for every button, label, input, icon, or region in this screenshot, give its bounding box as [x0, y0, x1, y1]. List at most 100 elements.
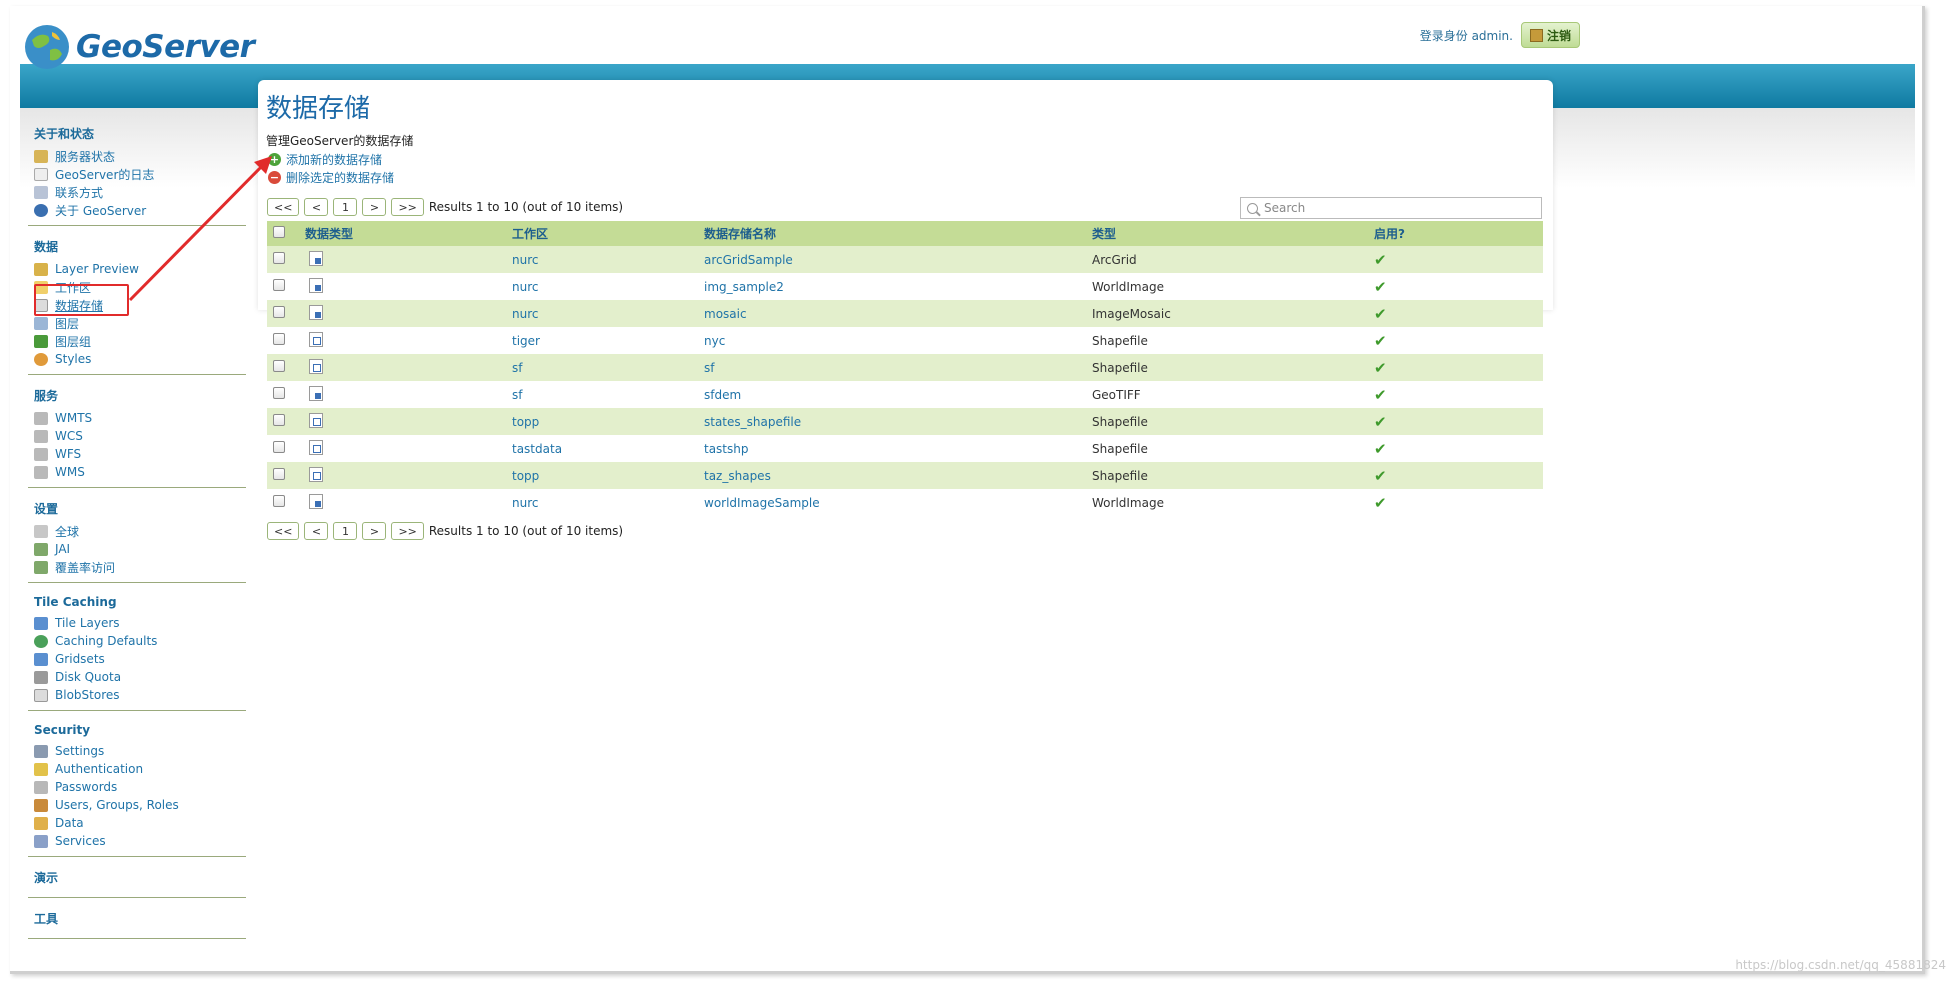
workspace-link[interactable]: tiger: [512, 334, 540, 348]
geoserver-logo[interactable]: GeoServer: [22, 22, 255, 72]
store-name-link[interactable]: worldImageSample: [704, 496, 820, 510]
store-name-link[interactable]: states_shapefile: [704, 415, 801, 429]
sidebar-item-about[interactable]: 关于 GeoServer: [34, 201, 242, 219]
workspace-cell[interactable]: tastdata: [506, 435, 698, 462]
col-data-type[interactable]: 数据类型: [299, 221, 506, 246]
workspace-cell[interactable]: topp: [506, 408, 698, 435]
pager-prev-button[interactable]: <: [304, 198, 329, 216]
sidebar-item-layer-groups[interactable]: 图层组: [34, 332, 242, 350]
workspace-cell[interactable]: nurc: [506, 246, 698, 273]
workspace-link[interactable]: nurc: [512, 280, 538, 294]
sidebar-item-layers[interactable]: 图层: [34, 314, 242, 332]
sidebar-item-wms[interactable]: WMS: [34, 463, 242, 481]
store-name-link[interactable]: tastshp: [704, 442, 749, 456]
sidebar-item-tile-layers[interactable]: Tile Layers: [34, 614, 242, 632]
row-checkbox[interactable]: [273, 360, 285, 372]
row-checkbox[interactable]: [273, 441, 285, 453]
add-store-link[interactable]: + 添加新的数据存储: [268, 151, 382, 168]
col-store-name[interactable]: 数据存储名称: [698, 221, 1086, 246]
store-name-cell[interactable]: worldImageSample: [698, 489, 1086, 516]
workspace-cell[interactable]: nurc: [506, 300, 698, 327]
store-name-link[interactable]: sf: [704, 361, 714, 375]
sidebar-item-wcs[interactable]: WCS: [34, 427, 242, 445]
workspace-cell[interactable]: nurc: [506, 489, 698, 516]
col-workspace[interactable]: 工作区: [506, 221, 698, 246]
sidebar-item-passwords[interactable]: Passwords: [34, 778, 242, 796]
logout-button[interactable]: 注销: [1520, 22, 1580, 48]
pager-page-button[interactable]: 1: [333, 198, 358, 216]
sidebar-item-contact[interactable]: 联系方式: [34, 183, 242, 201]
pager-next-button[interactable]: >: [362, 198, 387, 216]
sidebar-item-layer-preview[interactable]: Layer Preview: [34, 260, 242, 278]
workspace-cell[interactable]: nurc: [506, 273, 698, 300]
col-enabled[interactable]: 启用?: [1368, 221, 1543, 246]
store-name-cell[interactable]: sfdem: [698, 381, 1086, 408]
store-name-cell[interactable]: img_sample2: [698, 273, 1086, 300]
row-checkbox[interactable]: [273, 279, 285, 291]
workspace-link[interactable]: sf: [512, 388, 522, 402]
sidebar-item-jai[interactable]: JAI: [34, 540, 242, 558]
sidebar-item-global[interactable]: 全球: [34, 522, 242, 540]
store-name-cell[interactable]: states_shapefile: [698, 408, 1086, 435]
pager-last-button[interactable]: >>: [391, 198, 424, 216]
sidebar-item-authentication[interactable]: Authentication: [34, 760, 242, 778]
sidebar-item-logs[interactable]: GeoServer的日志: [34, 165, 242, 183]
row-checkbox[interactable]: [273, 468, 285, 480]
row-checkbox[interactable]: [273, 252, 285, 264]
pager-last-button[interactable]: >>: [391, 522, 424, 540]
store-name-cell[interactable]: nyc: [698, 327, 1086, 354]
store-name-cell[interactable]: tastshp: [698, 435, 1086, 462]
store-name-cell[interactable]: taz_shapes: [698, 462, 1086, 489]
workspace-link[interactable]: topp: [512, 469, 539, 483]
workspace-link[interactable]: topp: [512, 415, 539, 429]
pager-first-button[interactable]: <<: [267, 522, 300, 540]
store-name-link[interactable]: mosaic: [704, 307, 747, 321]
store-name-link[interactable]: taz_shapes: [704, 469, 771, 483]
sidebar-item-server-status[interactable]: 服务器状态: [34, 147, 242, 165]
row-checkbox[interactable]: [273, 387, 285, 399]
workspace-cell[interactable]: sf: [506, 381, 698, 408]
store-name-link[interactable]: sfdem: [704, 388, 741, 402]
row-checkbox[interactable]: [273, 333, 285, 345]
pager-prev-button[interactable]: <: [304, 522, 329, 540]
sidebar-item-blobstores[interactable]: BlobStores: [34, 686, 242, 704]
pager-first-button[interactable]: <<: [267, 198, 300, 216]
workspace-link[interactable]: nurc: [512, 253, 538, 267]
sidebar-item-security-services[interactable]: Services: [34, 832, 242, 850]
search-input[interactable]: Search: [1240, 197, 1542, 219]
service-icon: [34, 447, 48, 461]
store-name-link[interactable]: img_sample2: [704, 280, 784, 294]
sidebar-item-security-data[interactable]: Data: [34, 814, 242, 832]
workspace-link[interactable]: sf: [512, 361, 522, 375]
store-name-cell[interactable]: sf: [698, 354, 1086, 381]
sidebar-item-disk-quota[interactable]: Disk Quota: [34, 668, 242, 686]
row-checkbox[interactable]: [273, 306, 285, 318]
row-checkbox[interactable]: [273, 414, 285, 426]
nav-head-tools[interactable]: 工具: [34, 910, 242, 927]
sidebar-item-gridsets[interactable]: Gridsets: [34, 650, 242, 668]
store-name-cell[interactable]: arcGridSample: [698, 246, 1086, 273]
nav-head-demos[interactable]: 演示: [34, 869, 242, 886]
sidebar-item-wmts[interactable]: WMTS: [34, 409, 242, 427]
workspace-cell[interactable]: topp: [506, 462, 698, 489]
store-name-cell[interactable]: mosaic: [698, 300, 1086, 327]
remove-store-link[interactable]: − 删除选定的数据存储: [268, 169, 394, 186]
workspace-cell[interactable]: tiger: [506, 327, 698, 354]
store-name-link[interactable]: nyc: [704, 334, 725, 348]
sidebar-item-coverage-access[interactable]: 覆盖率访问: [34, 558, 242, 576]
pager-next-button[interactable]: >: [362, 522, 387, 540]
sidebar-item-wfs[interactable]: WFS: [34, 445, 242, 463]
col-type[interactable]: 类型: [1086, 221, 1368, 246]
pager-page-button[interactable]: 1: [333, 522, 358, 540]
sidebar-item-users-groups-roles[interactable]: Users, Groups, Roles: [34, 796, 242, 814]
select-all-checkbox[interactable]: [273, 226, 285, 238]
workspace-link[interactable]: nurc: [512, 496, 538, 510]
sidebar-item-security-settings[interactable]: Settings: [34, 742, 242, 760]
sidebar-item-caching-defaults[interactable]: Caching Defaults: [34, 632, 242, 650]
workspace-link[interactable]: nurc: [512, 307, 538, 321]
workspace-cell[interactable]: sf: [506, 354, 698, 381]
store-name-link[interactable]: arcGridSample: [704, 253, 793, 267]
row-checkbox[interactable]: [273, 495, 285, 507]
workspace-link[interactable]: tastdata: [512, 442, 562, 456]
sidebar-item-styles[interactable]: Styles: [34, 350, 242, 368]
